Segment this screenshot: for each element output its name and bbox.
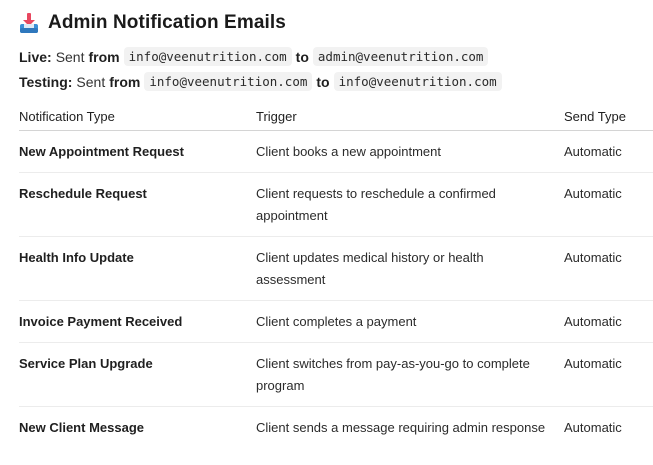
trigger-cell: Client books a new appointment: [256, 144, 442, 159]
trigger-cell: Client sends a message requiring admin r…: [256, 420, 546, 435]
notification-type-cell: New Appointment Request: [19, 144, 184, 159]
send-type-cell: Automatic: [564, 144, 622, 159]
live-sent-word: Sent: [55, 48, 85, 65]
trigger-cell: Client requests to reschedule a confirme…: [256, 186, 496, 223]
live-to-address: admin@veenutrition.com: [312, 47, 489, 66]
send-type-cell: Automatic: [564, 250, 622, 265]
table-row: New Appointment Request Client books a n…: [19, 130, 653, 173]
table-row: Health Info Update Client updates medica…: [19, 236, 653, 301]
notification-doc: Admin Notification Emails Live: Sent fro…: [0, 0, 653, 465]
header-send-type: Send Type: [564, 102, 653, 131]
trigger-cell: Client switches from pay-as-you-go to co…: [256, 356, 530, 393]
table-row: Service Plan Upgrade Client switches fro…: [19, 342, 653, 407]
trigger-cell: Client completes a payment: [256, 314, 417, 329]
testing-label: Testing:: [19, 73, 73, 90]
testing-to-word: to: [316, 73, 330, 90]
send-type-cell: Automatic: [564, 314, 622, 329]
trigger-cell: Client updates medical history or health…: [256, 250, 484, 287]
table-row: Reschedule Request Client requests to re…: [19, 172, 653, 237]
testing-env-line: Testing: Sent from info@veenutrition.com…: [19, 72, 502, 91]
testing-sent-word: Sent: [76, 73, 106, 90]
send-type-cell: Automatic: [564, 186, 622, 201]
live-from-word: from: [88, 48, 120, 65]
live-to-word: to: [295, 48, 309, 65]
table-header-row: Notification Type Trigger Send Type: [19, 102, 653, 131]
page-title: Admin Notification Emails: [48, 12, 286, 33]
notification-type-cell: New Client Message: [19, 420, 144, 435]
header-notification-type: Notification Type: [19, 102, 256, 131]
title-row: Admin Notification Emails: [19, 11, 286, 35]
notification-type-cell: Service Plan Upgrade: [19, 356, 153, 371]
send-type-cell: Automatic: [564, 420, 622, 435]
live-from-address: info@veenutrition.com: [123, 47, 292, 66]
testing-to-address: info@veenutrition.com: [333, 72, 502, 91]
notifications-table: Notification Type Trigger Send Type New …: [19, 102, 653, 448]
live-label: Live:: [19, 48, 52, 65]
notification-type-cell: Invoice Payment Received: [19, 314, 183, 329]
notification-type-cell: Health Info Update: [19, 250, 134, 265]
live-env-line: Live: Sent from info@veenutrition.com to…: [19, 47, 489, 66]
inbox-tray-icon: [19, 12, 39, 34]
table-row: Invoice Payment Received Client complete…: [19, 300, 653, 343]
table-row: New Client Message Client sends a messag…: [19, 407, 653, 449]
header-trigger: Trigger: [256, 102, 564, 131]
testing-from-word: from: [109, 73, 141, 90]
testing-from-address: info@veenutrition.com: [144, 72, 313, 91]
notification-type-cell: Reschedule Request: [19, 186, 147, 201]
send-type-cell: Automatic: [564, 356, 622, 371]
